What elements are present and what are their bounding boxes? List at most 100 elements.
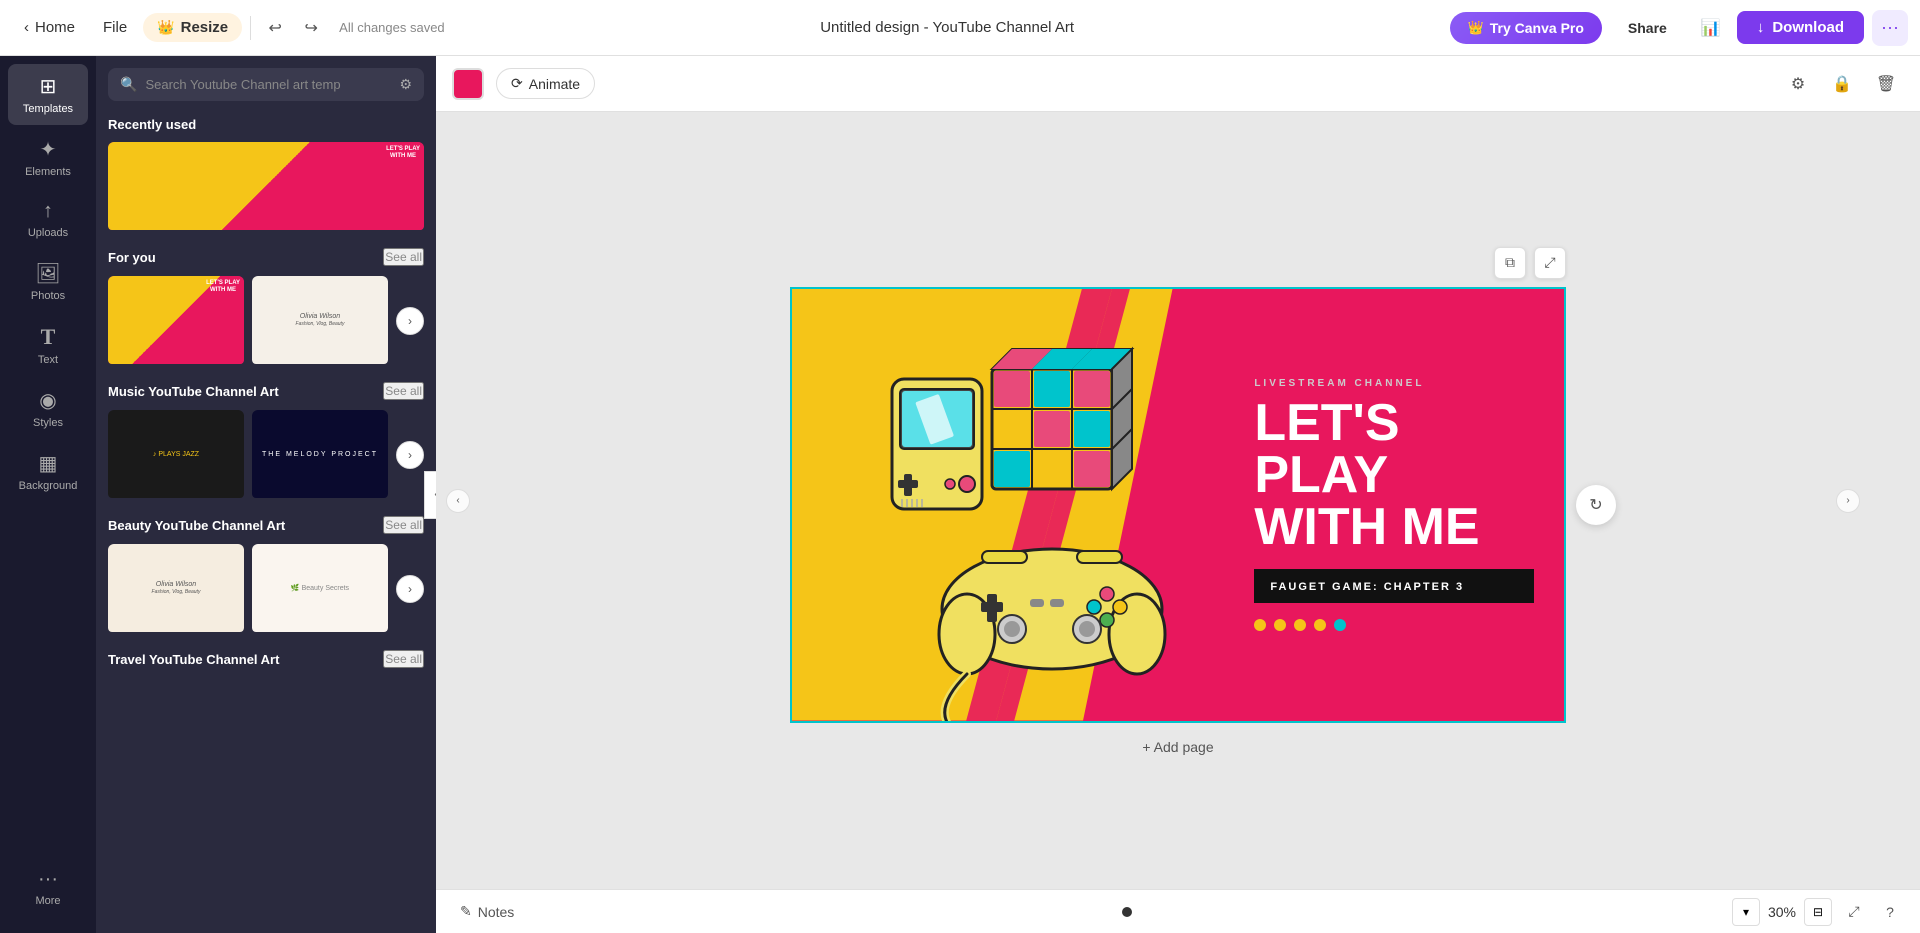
beauty-grid: Olivia WilsonFashion, Vlog, Beauty 🌿 Bea… — [108, 544, 424, 634]
help-button[interactable]: ? — [1876, 898, 1904, 926]
template-card-beauty1[interactable]: Olivia WilsonFashion, Vlog, Beauty — [108, 544, 244, 634]
trash-icon: 🗑 — [1876, 74, 1896, 94]
resize-button[interactable]: 👑 Resize — [143, 13, 242, 42]
template-card-gaming-recent[interactable]: LET'S PLAYWITH ME — [108, 142, 424, 232]
animate-icon: ⟳ — [511, 75, 523, 92]
design-dot-2 — [1274, 619, 1286, 631]
template-music2-text: THE MELODY PROJECT — [262, 451, 378, 458]
try-canva-pro-button[interactable]: 👑 Try Canva Pro — [1450, 12, 1602, 44]
divider — [250, 16, 251, 40]
more-icon: ··· — [1881, 17, 1899, 38]
design-canvas[interactable]: LIVESTREAM CHANNEL LET'S PLAY WITH ME FA… — [790, 287, 1566, 723]
share-button[interactable]: Share — [1610, 12, 1685, 44]
music-see-all-button[interactable]: See all — [383, 382, 424, 400]
design-subtitle-box: FAUGET GAME: CHAPTER 3 — [1254, 569, 1534, 603]
filter-icon: ⚙ — [1791, 74, 1805, 94]
notes-label: Notes — [478, 904, 515, 920]
copy-page-button[interactable]: ⧉ — [1494, 247, 1526, 279]
beauty-next-button[interactable]: › — [396, 575, 424, 603]
sidebar-item-background[interactable]: ▦ Background — [8, 441, 88, 502]
template-card-music1[interactable]: ♪ PLAYS JAZZ — [108, 410, 244, 500]
template-gaming-text2: LET'S PLAYWITH ME — [206, 280, 240, 293]
notes-icon: ✎ — [460, 903, 472, 920]
sidebar-item-text[interactable]: T Text — [8, 314, 88, 376]
trash-toolbar-button[interactable]: 🗑 — [1868, 66, 1904, 102]
analytics-icon: 📊 — [1701, 18, 1721, 38]
refresh-icon: ↻ — [1589, 495, 1602, 515]
music-grid: ♪ PLAYS JAZZ THE MELODY PROJECT › — [108, 410, 424, 500]
sidebar-item-label: Templates — [23, 103, 73, 115]
canvas-toolbar: ⟳ Animate ⚙ 🔒 🗑 — [436, 56, 1920, 112]
refresh-button[interactable]: ↻ — [1576, 485, 1616, 525]
sidebar-item-label: Elements — [25, 166, 71, 178]
home-button[interactable]: ‹ Home — [12, 13, 87, 42]
music-section-title: Music YouTube Channel Art — [108, 384, 279, 399]
hide-panel-button[interactable]: ‹ — [424, 471, 436, 519]
home-label: Home — [35, 19, 75, 36]
download-label: Download — [1772, 19, 1844, 36]
music-next-button[interactable]: › — [396, 441, 424, 469]
fullscreen-button[interactable]: ⤢ — [1840, 898, 1868, 926]
design-dot-5 — [1334, 619, 1346, 631]
more-options-button[interactable]: ··· — [1872, 10, 1908, 46]
template-card-beauty2[interactable]: 🌿 Beauty Secrets — [252, 544, 388, 634]
color-swatch[interactable] — [452, 68, 484, 100]
page-container: ⧉ ⤢ — [790, 247, 1566, 755]
sidebar-item-styles[interactable]: ◉ Styles — [8, 378, 88, 439]
lock-toolbar-button[interactable]: 🔒 — [1824, 66, 1860, 102]
design-subtitle: FAUGET GAME: CHAPTER 3 — [1270, 581, 1464, 593]
home-chevron-icon: ‹ — [24, 19, 29, 36]
design-title-line2: WITH ME — [1254, 501, 1534, 553]
for-you-next-button[interactable]: › — [396, 307, 424, 335]
template-gaming-text: LET'S PLAYWITH ME — [386, 146, 420, 159]
template-card-gaming-foryou[interactable]: LET'S PLAYWITH ME — [108, 276, 244, 366]
for-you-title: For you — [108, 250, 156, 265]
analytics-button[interactable]: 📊 — [1693, 10, 1729, 46]
template-card-olivia[interactable]: Olivia WilsonFashion, Vlog, Beauty — [252, 276, 388, 366]
file-button[interactable]: File — [91, 13, 139, 42]
sidebar-item-templates[interactable]: ⊞ Templates — [8, 64, 88, 125]
crown-icon: 👑 — [1468, 20, 1484, 36]
redo-button[interactable]: ↪ — [295, 12, 327, 44]
templates-panel: 🔍 ⚙ Recently used LET'S PLAYWITH ME For … — [96, 56, 436, 933]
sidebar-item-elements[interactable]: ✦ Elements — [8, 127, 88, 188]
template-card-music2[interactable]: THE MELODY PROJECT — [252, 410, 388, 500]
photos-icon: 🖼 — [35, 261, 60, 286]
canvas-wrapper: LIVESTREAM CHANNEL LET'S PLAY WITH ME FA… — [790, 287, 1566, 723]
scroll-right-arrow[interactable]: › — [1836, 489, 1860, 513]
canvas-scroll[interactable]: ⧉ ⤢ — [436, 112, 1920, 889]
for-you-grid: LET'S PLAYWITH ME Olivia WilsonFashion, … — [108, 276, 424, 366]
undo-button[interactable]: ↩ — [259, 12, 291, 44]
page-down-button[interactable]: ▾ — [1732, 898, 1760, 926]
icon-sidebar: ⊞ Templates ✦ Elements ↑ Uploads 🖼 Photo… — [0, 56, 96, 933]
template-olivia-text: Olivia WilsonFashion, Vlog, Beauty — [296, 313, 345, 327]
sidebar-item-uploads[interactable]: ↑ Uploads — [8, 190, 88, 249]
main-content: ⊞ Templates ✦ Elements ↑ Uploads 🖼 Photo… — [0, 56, 1920, 933]
file-label: File — [103, 19, 127, 36]
travel-see-all-button[interactable]: See all — [383, 650, 424, 668]
expand-page-button[interactable]: ⤢ — [1534, 247, 1566, 279]
beauty-section-header: Beauty YouTube Channel Art See all — [108, 516, 424, 534]
notes-button[interactable]: ✎ Notes — [452, 899, 522, 924]
beauty-see-all-button[interactable]: See all — [383, 516, 424, 534]
redo-icon: ↪ — [304, 18, 317, 38]
add-page-button[interactable]: + Add page — [1142, 739, 1213, 755]
design-dot-1 — [1254, 619, 1266, 631]
top-bar-center: Untitled design - YouTube Channel Art — [453, 19, 1442, 36]
add-page-label: + Add page — [1142, 739, 1213, 755]
zoom-level: 30% — [1768, 904, 1796, 920]
search-input[interactable] — [145, 77, 391, 92]
pages-view-button[interactable]: ⊟ — [1804, 898, 1832, 926]
sidebar-item-more[interactable]: ··· More — [8, 858, 88, 917]
for-you-see-all-button[interactable]: See all — [383, 248, 424, 266]
download-button[interactable]: ↓ Download — [1737, 11, 1864, 44]
sidebar-item-photos[interactable]: 🖼 Photos — [8, 251, 88, 312]
animate-button[interactable]: ⟳ Animate — [496, 68, 595, 99]
scroll-left-arrow[interactable]: ‹ — [446, 489, 470, 513]
recently-used-grid: LET'S PLAYWITH ME — [108, 142, 424, 232]
sidebar-item-label: Photos — [31, 290, 65, 302]
template-beauty2-text: 🌿 Beauty Secrets — [291, 584, 349, 592]
design-elements — [792, 289, 1255, 721]
filter-icon[interactable]: ⚙ — [399, 76, 412, 93]
filter-toolbar-button[interactable]: ⚙ — [1780, 66, 1816, 102]
